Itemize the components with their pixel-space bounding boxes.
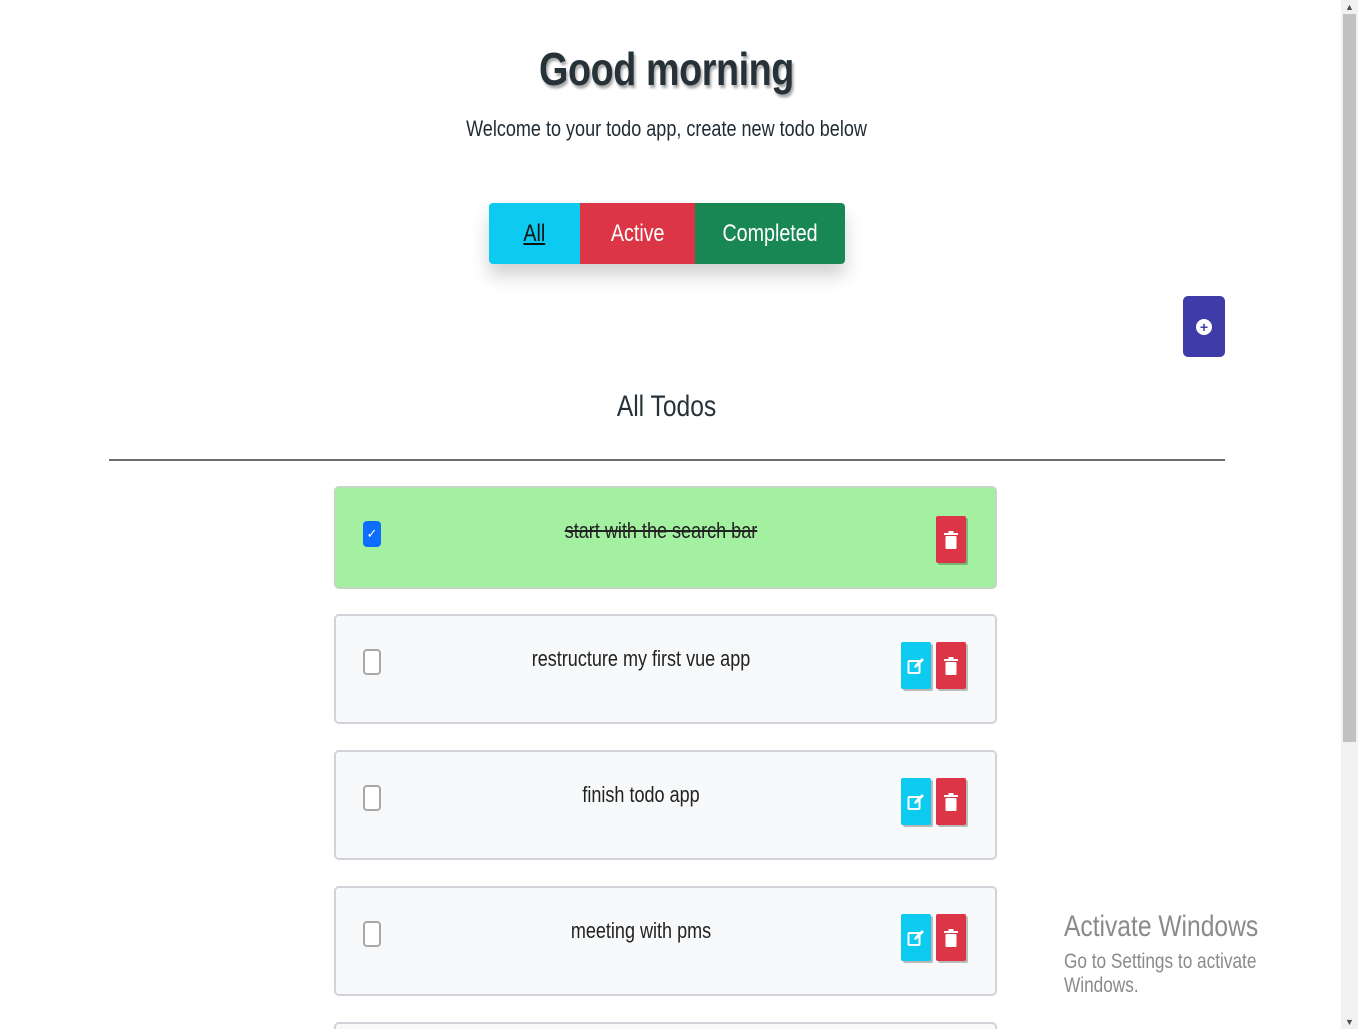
- divider: [109, 459, 1225, 461]
- trash-icon: [944, 928, 958, 947]
- welcome-subtitle: Welcome to your todo app, create new tod…: [466, 116, 867, 141]
- edit-icon: [907, 657, 924, 674]
- delete-todo-button[interactable]: [936, 642, 966, 689]
- delete-todo-button[interactable]: [936, 914, 966, 961]
- edit-todo-button[interactable]: [901, 914, 931, 961]
- edit-icon: [907, 929, 924, 946]
- section-title: All Todos: [616, 390, 717, 423]
- plus-circle-icon: +: [1196, 318, 1212, 335]
- todo-item: restructure my first vue app: [334, 614, 997, 724]
- filter-all-label: All: [523, 219, 546, 247]
- todo-title: meeting with pms: [570, 918, 712, 943]
- todo-checkbox[interactable]: [363, 921, 381, 947]
- windows-activation-watermark: Activate Windows Go to Settings to activ…: [1064, 910, 1291, 998]
- todo-app-page: Good morning Welcome to your todo app, c…: [0, 0, 1341, 1029]
- edit-todo-button[interactable]: [901, 778, 931, 825]
- filter-button-group: All Active Completed: [489, 203, 845, 264]
- vertical-scrollbar[interactable]: ▲ ▼: [1341, 0, 1358, 1029]
- scrollbar-thumb[interactable]: [1343, 14, 1356, 742]
- scroll-up-arrow-icon[interactable]: ▲: [1341, 0, 1358, 14]
- filter-completed-label: Completed: [722, 219, 818, 247]
- edit-todo-button[interactable]: [901, 642, 931, 689]
- todo-checkbox[interactable]: [363, 785, 381, 811]
- add-todo-button[interactable]: +: [1183, 296, 1225, 357]
- filter-active-button[interactable]: Active: [580, 203, 695, 264]
- watermark-title: Activate Windows: [1064, 910, 1259, 943]
- delete-todo-button[interactable]: [936, 778, 966, 825]
- trash-icon: [944, 656, 958, 675]
- todo-item-partial: [334, 1022, 997, 1029]
- todo-item: ✓ start with the search bar: [334, 486, 997, 589]
- todo-title: start with the search bar: [564, 518, 758, 543]
- delete-todo-button[interactable]: [936, 516, 966, 563]
- trash-icon: [944, 530, 958, 549]
- todo-checkbox[interactable]: ✓: [363, 521, 381, 547]
- todo-item: meeting with pms: [334, 886, 997, 996]
- filter-active-label: Active: [610, 219, 665, 247]
- filter-completed-button[interactable]: Completed: [695, 203, 845, 264]
- trash-icon: [944, 792, 958, 811]
- filter-all-button[interactable]: All: [489, 203, 580, 264]
- scroll-down-arrow-icon[interactable]: ▼: [1341, 1015, 1358, 1029]
- greeting-heading: Good morning: [539, 43, 794, 95]
- edit-icon: [907, 793, 924, 810]
- todo-checkbox[interactable]: [363, 649, 381, 675]
- watermark-subtitle: Go to Settings to activate Windows.: [1064, 950, 1257, 997]
- todo-title: restructure my first vue app: [531, 646, 751, 671]
- todo-item: finish todo app: [334, 750, 997, 860]
- todo-title: finish todo app: [582, 782, 700, 807]
